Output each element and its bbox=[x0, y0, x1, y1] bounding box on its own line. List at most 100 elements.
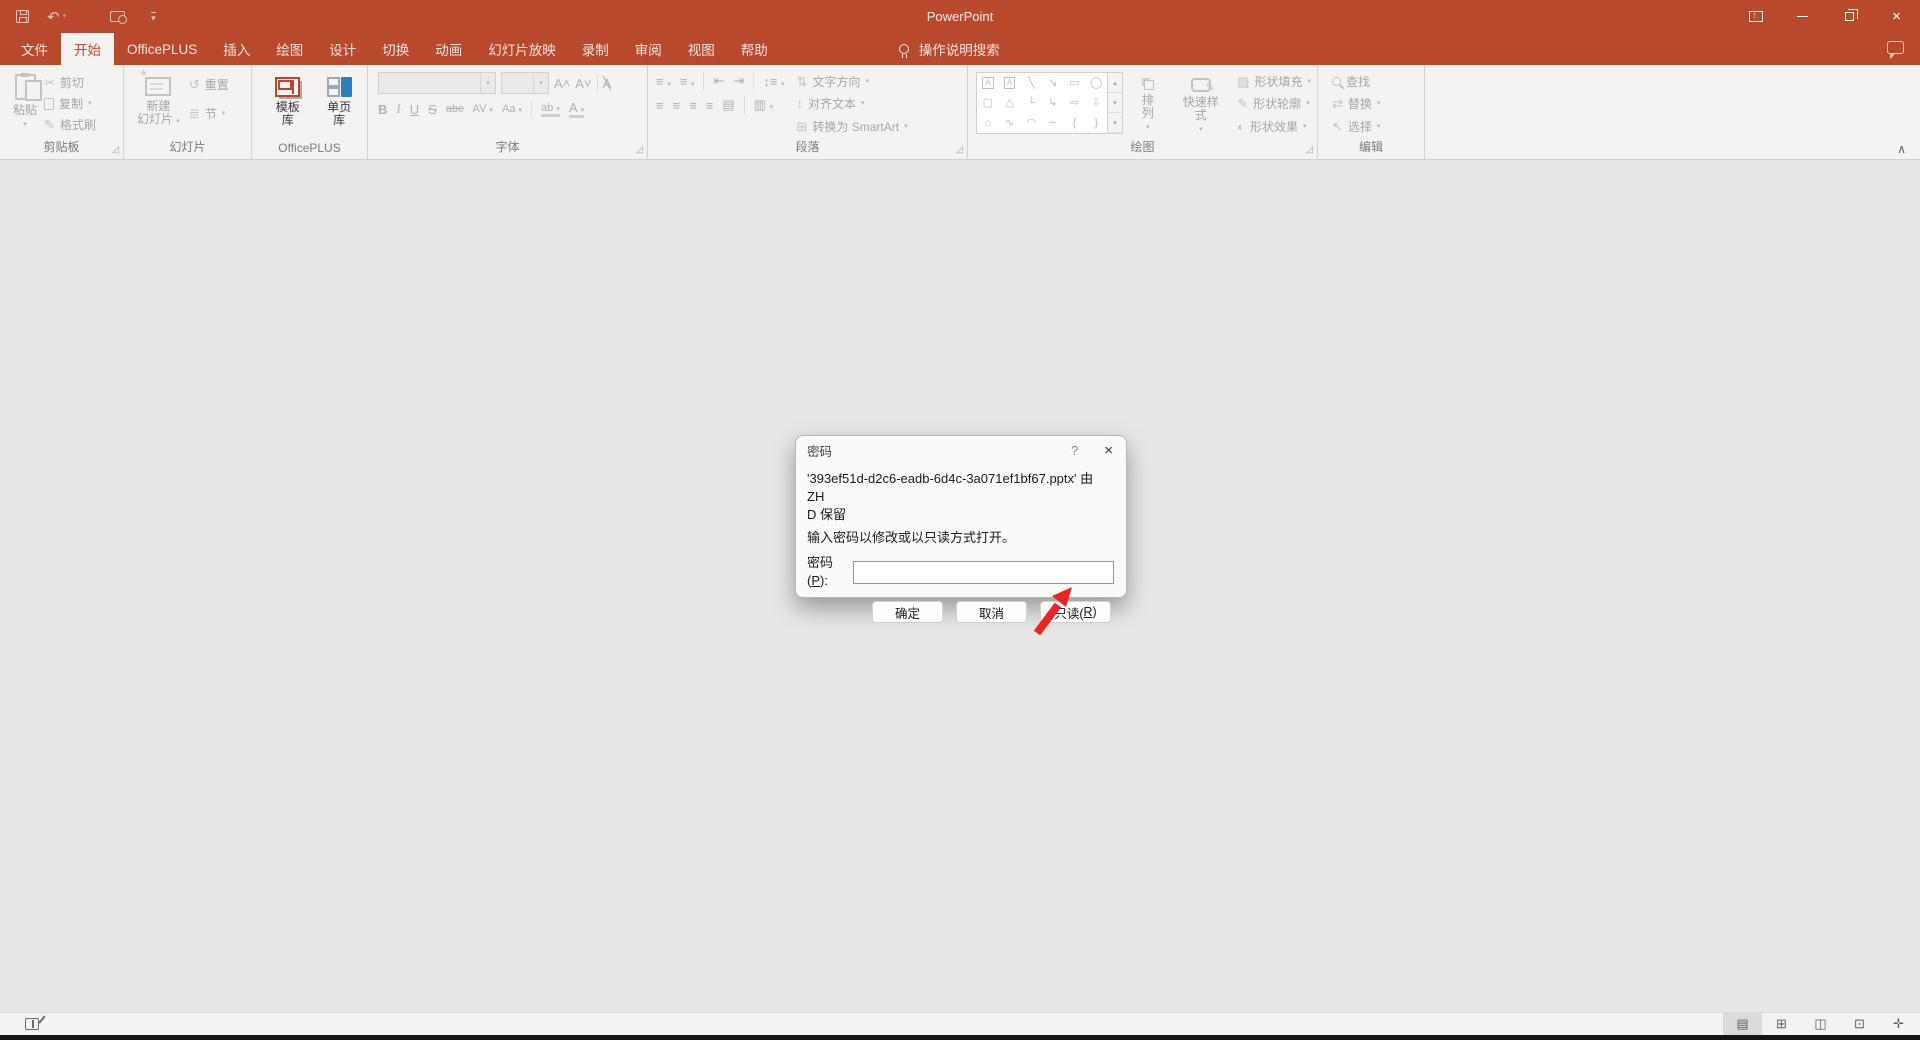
fit-to-window-button[interactable]: ✛ bbox=[1879, 1013, 1918, 1035]
spell-check-status-icon[interactable] bbox=[25, 1018, 39, 1030]
shape-line-icon[interactable]: ╲ bbox=[1028, 78, 1035, 89]
tab-review[interactable]: 审阅 bbox=[622, 33, 675, 65]
tab-transitions[interactable]: 切换 bbox=[369, 33, 422, 65]
cut-button[interactable]: ✂剪切 bbox=[44, 72, 96, 93]
shape-outline-button[interactable]: ✎形状轮廓▾ bbox=[1237, 95, 1311, 112]
copy-button[interactable]: 复制▾ bbox=[44, 93, 96, 114]
select-button[interactable]: ↖选择▾ bbox=[1332, 118, 1380, 135]
shape-fill-button[interactable]: ▨形状填充▾ bbox=[1237, 73, 1311, 90]
change-case-button[interactable]: Aa ▾ bbox=[502, 103, 522, 115]
bold-button[interactable]: B bbox=[378, 102, 387, 117]
tab-officeplus[interactable]: OfficePLUS bbox=[114, 33, 210, 65]
save-button[interactable] bbox=[16, 10, 29, 23]
clear-formatting-button[interactable]: A bbox=[603, 76, 612, 91]
align-right-button[interactable]: ≡ bbox=[689, 98, 697, 113]
shrink-font-button[interactable]: A˅ bbox=[575, 76, 591, 91]
tab-design[interactable]: 设计 bbox=[316, 33, 369, 65]
shape-line-arrow-icon[interactable]: ↘ bbox=[1048, 78, 1057, 89]
align-text-button[interactable]: ↕对齐文本▾ bbox=[797, 95, 908, 112]
comments-button[interactable] bbox=[1887, 41, 1904, 54]
normal-view-button[interactable]: ▤ bbox=[1723, 1013, 1762, 1035]
justify-button[interactable]: ≡ bbox=[706, 98, 714, 113]
tell-me-search[interactable]: 操作说明搜索 bbox=[889, 33, 1010, 65]
strikethrough-button[interactable]: abc bbox=[446, 103, 464, 115]
shape-down-arrow-icon[interactable]: ⇩ bbox=[1092, 98, 1101, 109]
grow-font-button[interactable]: A˄ bbox=[554, 76, 570, 91]
shape-right-arrow-icon[interactable]: ⇨ bbox=[1070, 98, 1079, 109]
shape-elbow-arrow-connector-icon[interactable]: ↳ bbox=[1048, 98, 1057, 109]
tab-home[interactable]: 开始 bbox=[61, 33, 114, 65]
password-dialog-titlebar[interactable]: 密码 ? × bbox=[796, 436, 1126, 464]
section-button[interactable]: ≣节▾ bbox=[189, 103, 229, 124]
shape-rounded-rectangle-icon[interactable]: ▢ bbox=[983, 98, 993, 109]
slideshow-view-button[interactable]: ⊡ bbox=[1840, 1013, 1879, 1035]
customize-qat-button[interactable]: ▾ bbox=[143, 12, 156, 22]
character-spacing-button[interactable]: AV ▾ bbox=[473, 103, 493, 115]
drawing-dialog-launcher-icon[interactable]: ◿ bbox=[1306, 145, 1313, 154]
collapse-ribbon-button[interactable]: ∧ bbox=[1897, 142, 1906, 156]
increase-indent-button[interactable]: ⇥ bbox=[733, 73, 744, 89]
paragraph-dialog-launcher-icon[interactable]: ◿ bbox=[956, 145, 963, 154]
shape-effects-button[interactable]: ◐形状效果▾ bbox=[1237, 118, 1311, 135]
template-library-button[interactable]: 模板库 bbox=[266, 72, 310, 135]
dialog-help-button[interactable]: ? bbox=[1071, 443, 1078, 458]
line-spacing-button[interactable]: ↕≡ ▾ bbox=[763, 74, 784, 89]
text-direction-button[interactable]: ⇅文字方向▾ bbox=[797, 73, 908, 90]
font-dialog-launcher-icon[interactable]: ◿ bbox=[636, 145, 643, 154]
tab-insert[interactable]: 插入 bbox=[210, 33, 263, 65]
clipboard-dialog-launcher-icon[interactable]: ◿ bbox=[112, 145, 119, 154]
reading-view-button[interactable]: ◫ bbox=[1801, 1013, 1840, 1035]
shape-scribble-icon[interactable]: ∿ bbox=[1005, 118, 1014, 129]
cancel-button[interactable]: 取消 bbox=[956, 601, 1027, 623]
underline-button[interactable]: U bbox=[410, 102, 419, 117]
shape-arc-icon[interactable]: ◠ bbox=[1026, 118, 1036, 129]
paste-button[interactable]: 粘贴 ▾ bbox=[8, 72, 42, 135]
shape-gallery-more-icon[interactable]: ▾ bbox=[1108, 113, 1122, 133]
shape-left-brace-icon[interactable]: { bbox=[1073, 118, 1077, 129]
font-name-combobox[interactable]: ▾ bbox=[378, 72, 496, 94]
arrange-button[interactable]: 排列 ▾ bbox=[1131, 72, 1164, 135]
tab-slideshow[interactable]: 幻灯片放映 bbox=[475, 33, 569, 65]
tab-record[interactable]: 录制 bbox=[569, 33, 622, 65]
dialog-close-button[interactable]: × bbox=[1104, 442, 1113, 459]
shape-triangle-icon[interactable]: △ bbox=[1005, 98, 1013, 109]
shape-oval-icon[interactable]: ◯ bbox=[1090, 78, 1102, 89]
columns-button[interactable]: ▥ ▾ bbox=[754, 97, 773, 113]
decrease-indent-button[interactable]: ⇤ bbox=[713, 73, 724, 89]
password-input[interactable] bbox=[853, 561, 1114, 584]
minimize-button[interactable] bbox=[1779, 0, 1826, 33]
align-left-button[interactable]: ≡ bbox=[656, 98, 664, 113]
distribute-button[interactable]: ▤ bbox=[722, 97, 734, 113]
shape-elbow-connector-icon[interactable]: └ bbox=[1027, 98, 1035, 109]
find-button[interactable]: 查找 bbox=[1332, 73, 1380, 90]
shape-right-brace-icon[interactable]: } bbox=[1094, 118, 1098, 129]
ok-button[interactable]: 确定 bbox=[872, 601, 943, 623]
highlight-color-button[interactable]: ab ▾ bbox=[541, 102, 560, 117]
ribbon-display-options-button[interactable] bbox=[1732, 0, 1779, 33]
new-slide-button[interactable]: 新建幻灯片 ▾ bbox=[132, 72, 185, 135]
shape-rectangle-icon[interactable]: ▭ bbox=[1069, 78, 1079, 89]
undo-button[interactable]: ↶▾ bbox=[47, 8, 66, 26]
text-shadow-button[interactable]: S bbox=[428, 102, 437, 117]
close-button[interactable]: × bbox=[1873, 0, 1920, 33]
numbering-button[interactable]: ≡ ▾ bbox=[680, 74, 695, 89]
tab-draw[interactable]: 绘图 bbox=[263, 33, 316, 65]
bullets-button[interactable]: ≡ ▾ bbox=[656, 74, 671, 89]
tab-view[interactable]: 视图 bbox=[675, 33, 728, 65]
align-center-button[interactable]: ≡ bbox=[673, 98, 681, 113]
replace-button[interactable]: ⇄替换▾ bbox=[1332, 95, 1380, 112]
format-painter-button[interactable]: ✎格式刷 bbox=[44, 114, 96, 135]
italic-button[interactable]: I bbox=[396, 101, 400, 117]
tab-file[interactable]: 文件 bbox=[8, 33, 61, 65]
shape-vertical-text-box-icon[interactable]: A bbox=[1004, 77, 1015, 89]
convert-to-smartart-button[interactable]: ⊞转换为 SmartArt▾ bbox=[797, 118, 908, 135]
tab-animations[interactable]: 动画 bbox=[422, 33, 475, 65]
tab-help[interactable]: 帮助 bbox=[728, 33, 781, 65]
reset-button[interactable]: ↺重置 bbox=[189, 74, 229, 95]
restore-button[interactable] bbox=[1826, 0, 1873, 33]
font-color-button[interactable]: A ▾ bbox=[569, 100, 584, 118]
slide-sorter-view-button[interactable]: ⊞ bbox=[1762, 1013, 1801, 1035]
start-slideshow-button[interactable] bbox=[84, 11, 125, 22]
shape-gallery-scroll-up-icon[interactable]: ▴ bbox=[1108, 73, 1122, 93]
font-size-combobox[interactable]: ▾ bbox=[501, 72, 549, 94]
